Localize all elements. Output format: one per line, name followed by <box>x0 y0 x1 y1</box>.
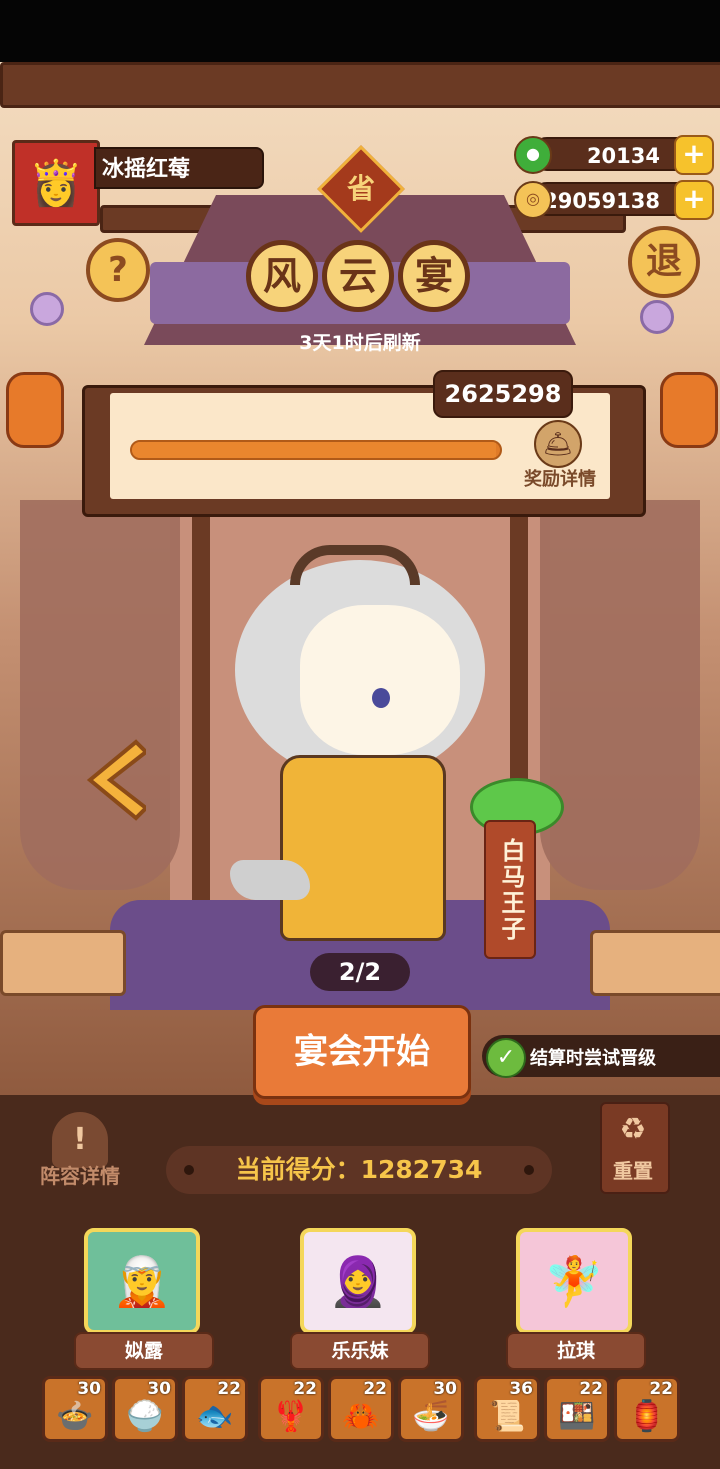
lantern-icon <box>660 372 718 448</box>
lineup-details-button[interactable]: 阵容详情 <box>30 1160 130 1189</box>
dish-level: 30 <box>433 1379 457 1399</box>
dish-level: 30 <box>147 1379 171 1399</box>
avatar-icon: 👸 <box>28 158 84 209</box>
add-gems-button[interactable]: + <box>674 135 714 175</box>
title-char-1: 风 <box>246 240 318 312</box>
hero-name-1: 姒露 <box>74 1332 214 1370</box>
character-eye <box>372 688 390 708</box>
hero-portrait-1[interactable]: 🧝 <box>84 1228 200 1334</box>
dish-slot[interactable]: 22 🐟 <box>182 1376 248 1442</box>
hero-name-3: 拉琪 <box>506 1332 646 1370</box>
dish-slot[interactable]: 22 🍱 <box>544 1376 610 1442</box>
progress-bar-fill <box>132 442 497 458</box>
dish-icon: 🏮 <box>628 1399 666 1434</box>
progress-bar <box>130 440 502 460</box>
bench-left <box>0 930 126 996</box>
dish-slot[interactable]: 22 🏮 <box>614 1376 680 1442</box>
checkmark-icon[interactable]: ✓ <box>486 1038 526 1078</box>
exit-button[interactable]: 退 <box>628 226 700 298</box>
dish-icon: 🦞 <box>272 1399 310 1434</box>
lantern-icon <box>6 372 64 448</box>
dish-level: 22 <box>217 1379 241 1399</box>
dish-slot[interactable]: 22 🦞 <box>258 1376 324 1442</box>
dish-level: 22 <box>363 1379 387 1399</box>
refresh-timer: 3天1时后刷新 <box>299 332 421 354</box>
hero-icon: 🧚 <box>544 1253 604 1310</box>
start-banquet-button[interactable]: 宴会开始 <box>253 1005 471 1099</box>
add-coins-button[interactable]: + <box>674 180 714 220</box>
curtain-left <box>20 500 180 890</box>
dish-icon: 🍚 <box>126 1399 164 1434</box>
dish-icon: 🍲 <box>56 1399 94 1434</box>
coin-icon: ◎ <box>514 181 552 219</box>
bell-icon[interactable]: 🛎 <box>534 420 582 468</box>
province-badge-label: 省 <box>346 172 375 205</box>
hero-portrait-2[interactable]: 🧕 <box>300 1228 416 1334</box>
coin-count: 29059138 <box>543 189 660 213</box>
character-name-sign: 白马王子 <box>484 820 536 959</box>
gem-count: 20134 <box>586 144 660 168</box>
hero-portrait-3[interactable]: 🧚 <box>516 1228 632 1334</box>
hero-icon: 🧕 <box>328 1253 388 1310</box>
status-bar <box>0 0 720 62</box>
points-bubble: 2625298 <box>433 370 573 418</box>
dish-slot[interactable]: 30 🍜 <box>398 1376 464 1442</box>
dish-level: 22 <box>579 1379 603 1399</box>
character-tail <box>230 860 310 900</box>
dish-level: 22 <box>293 1379 317 1399</box>
flower-icon <box>30 292 64 326</box>
help-button[interactable]: ? <box>86 238 150 302</box>
player-name: 冰摇红莓 <box>94 147 264 189</box>
roof-beam <box>0 62 720 108</box>
hero-name-2: 乐乐妹 <box>290 1332 430 1370</box>
dish-slot[interactable]: 36 📜 <box>474 1376 540 1442</box>
pillar <box>192 510 210 900</box>
flower-icon <box>640 300 674 334</box>
player-avatar[interactable]: 👸 <box>12 140 100 226</box>
dish-icon: 🍜 <box>412 1399 450 1434</box>
dish-level: 22 <box>649 1379 673 1399</box>
dish-icon: 🐟 <box>196 1399 234 1434</box>
dish-level: 36 <box>509 1379 533 1399</box>
page-counter: 2/2 <box>310 953 410 991</box>
current-score: 当前得分：1282734 <box>235 1155 483 1184</box>
hero-icon: 🧝 <box>112 1253 172 1310</box>
character-robe <box>280 755 446 941</box>
reset-label: 重置 <box>613 1159 653 1183</box>
recycle-icon: ♻ <box>619 1112 647 1147</box>
reward-details-button[interactable]: 奖励详情 <box>510 465 610 491</box>
title-char-3: 宴 <box>398 240 470 312</box>
dish-icon: 🍱 <box>558 1399 596 1434</box>
character-face <box>300 605 460 755</box>
dish-level: 30 <box>77 1379 101 1399</box>
title-char-2: 云 <box>322 240 394 312</box>
dish-icon: 📜 <box>488 1399 526 1434</box>
dish-icon: 🦀 <box>342 1399 380 1434</box>
gem-icon: ● <box>514 136 552 174</box>
dish-slot[interactable]: 22 🦀 <box>328 1376 394 1442</box>
bench-right <box>590 930 720 996</box>
prev-character-arrow-icon[interactable] <box>84 738 146 822</box>
dish-slot[interactable]: 30 🍲 <box>42 1376 108 1442</box>
curtain-right <box>540 500 700 890</box>
promote-toggle-label: 结算时尝试晋级 <box>530 1048 656 1069</box>
dish-slot[interactable]: 30 🍚 <box>112 1376 178 1442</box>
character-antler <box>290 545 420 585</box>
